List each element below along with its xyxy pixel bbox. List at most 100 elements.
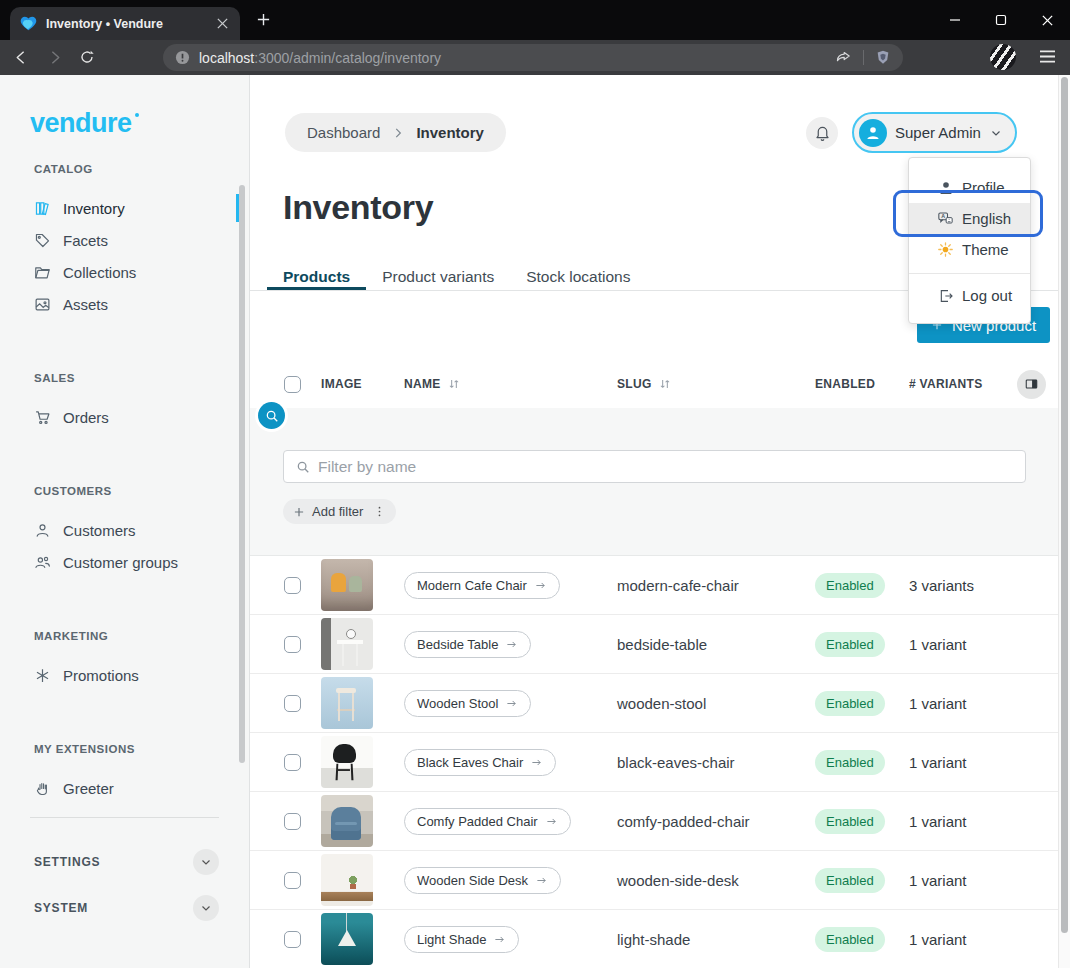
select-all-checkbox[interactable]: [284, 376, 301, 393]
enabled-badge: Enabled: [815, 691, 885, 716]
column-picker-button[interactable]: [1017, 370, 1046, 399]
filter-input-wrap: [283, 450, 1026, 483]
product-slug: light-shade: [617, 931, 815, 948]
sidebar-item-greeter[interactable]: Greeter: [0, 772, 249, 804]
new-tab-button[interactable]: [256, 12, 271, 27]
notifications-button[interactable]: [806, 117, 838, 149]
sidebar-section-label: MARKETING: [34, 630, 249, 643]
menu-item-profile[interactable]: Profile: [909, 172, 1030, 203]
product-name-button[interactable]: Light Shade: [404, 926, 519, 953]
table-row: Comfy Padded Chair comfy-padded-chairEnab…: [250, 792, 1058, 851]
share-icon[interactable]: [835, 49, 852, 66]
sort-icon[interactable]: [658, 377, 672, 391]
sidebar-group-settings[interactable]: SETTINGS: [0, 842, 249, 882]
search-toggle-button[interactable]: [258, 402, 285, 429]
sidebar: vendure CATALOGInventoryFacetsCollection…: [0, 75, 250, 968]
product-name-button[interactable]: Modern Cafe Chair: [404, 572, 560, 599]
product-image-light-shade[interactable]: [321, 913, 373, 965]
add-filter-button[interactable]: Add filter: [283, 499, 396, 524]
column-header-variants: # VARIANTS: [909, 370, 1058, 399]
sidebar-item-promotions[interactable]: Promotions: [0, 659, 249, 691]
tab-close-icon[interactable]: [214, 16, 230, 32]
more-options-icon[interactable]: [373, 505, 386, 518]
customers-icon: [34, 522, 51, 539]
breadcrumb-dashboard[interactable]: Dashboard: [307, 124, 380, 141]
sidebar-section-label: SALES: [34, 372, 249, 385]
breadcrumb-inventory[interactable]: Inventory: [416, 124, 484, 141]
address-bar[interactable]: localhost:3000/admin/catalog/inventory: [163, 44, 903, 71]
row-checkbox[interactable]: [284, 813, 301, 830]
product-image-bedside-table[interactable]: [321, 618, 373, 670]
row-checkbox[interactable]: [284, 636, 301, 653]
promotions-icon: [34, 667, 51, 684]
chevron-down-icon[interactable]: [193, 849, 219, 875]
chevron-down-icon[interactable]: [193, 895, 219, 921]
enabled-badge: Enabled: [815, 868, 885, 893]
product-name-button[interactable]: Black Eaves Chair: [404, 749, 556, 776]
forward-button[interactable]: [46, 49, 63, 66]
inventory-icon: [34, 200, 51, 217]
user-menu-button[interactable]: Super Admin: [852, 112, 1017, 153]
product-image-comfy-padded-chair[interactable]: [321, 795, 373, 847]
menu-item-english[interactable]: AEnglish: [909, 203, 1030, 234]
plus-icon: [293, 506, 305, 518]
orders-icon: [34, 409, 51, 426]
sidebar-item-orders[interactable]: Orders: [0, 401, 249, 433]
sidebar-item-customers[interactable]: Customers: [0, 514, 249, 546]
customer-groups-icon: [34, 554, 51, 571]
row-checkbox[interactable]: [284, 695, 301, 712]
product-image-wooden-side-desk[interactable]: [321, 854, 373, 906]
sidebar-group-system[interactable]: SYSTEM: [0, 888, 249, 928]
browser-tab[interactable]: Inventory • Vendure: [10, 7, 240, 40]
language-icon: A: [937, 210, 954, 227]
tab-products[interactable]: Products: [267, 255, 366, 290]
user-dropdown-menu: ProfileAEnglishTheme Log out: [908, 157, 1031, 324]
product-name-button[interactable]: Bedside Table: [404, 631, 531, 658]
product-name-button[interactable]: Wooden Stool: [404, 690, 531, 717]
product-name-button[interactable]: Wooden Side Desk: [404, 867, 561, 894]
row-checkbox[interactable]: [284, 754, 301, 771]
sidebar-item-collections[interactable]: Collections: [0, 256, 249, 288]
tab-stock-locations[interactable]: Stock locations: [510, 255, 646, 290]
profile-icon: [937, 179, 954, 196]
url-path: :3000/admin/catalog/inventory: [254, 50, 441, 66]
column-header-slug[interactable]: SLUG: [617, 377, 815, 391]
sidebar-scrollbar[interactable]: [239, 185, 245, 763]
row-checkbox[interactable]: [284, 577, 301, 594]
row-checkbox[interactable]: [284, 931, 301, 948]
tab-product-variants[interactable]: Product variants: [366, 255, 510, 290]
variant-count: 1 variant: [909, 872, 1058, 889]
brave-shield-icon[interactable]: [875, 49, 891, 66]
sidebar-item-assets[interactable]: Assets: [0, 288, 249, 320]
menu-divider: [909, 273, 1030, 274]
column-header-name[interactable]: NAME: [404, 377, 617, 391]
menu-item-theme[interactable]: Theme: [909, 234, 1030, 265]
page-title: Inventory: [283, 188, 433, 227]
sort-icon[interactable]: [447, 377, 461, 391]
product-image-modern-cafe-chair[interactable]: [321, 559, 373, 611]
browser-menu-icon[interactable]: [1039, 49, 1056, 64]
enabled-badge: Enabled: [815, 809, 885, 834]
back-button[interactable]: [13, 49, 30, 66]
reload-button[interactable]: [79, 49, 95, 65]
search-icon: [296, 460, 310, 474]
site-info-icon[interactable]: [175, 50, 190, 65]
enabled-badge: Enabled: [815, 632, 885, 657]
product-name-button[interactable]: Comfy Padded Chair: [404, 808, 571, 835]
window-close-button[interactable]: [1024, 0, 1070, 40]
product-image-black-eaves-chair[interactable]: [321, 736, 373, 788]
menu-item-log-out[interactable]: Log out: [909, 280, 1030, 311]
product-image-wooden-stool[interactable]: [321, 677, 373, 729]
page-scrollbar[interactable]: [1058, 75, 1070, 968]
product-slug: comfy-padded-chair: [617, 813, 815, 830]
sidebar-item-customer-groups[interactable]: Customer groups: [0, 546, 249, 578]
sidebar-item-inventory[interactable]: Inventory: [0, 192, 249, 224]
facets-icon: [34, 232, 51, 249]
sidebar-section-label: CATALOG: [34, 163, 249, 176]
window-maximize-button[interactable]: [978, 0, 1024, 40]
window-minimize-button[interactable]: [932, 0, 978, 40]
sidebar-item-facets[interactable]: Facets: [0, 224, 249, 256]
filter-by-name-input[interactable]: [318, 458, 1013, 476]
row-checkbox[interactable]: [284, 872, 301, 889]
browser-profile-avatar[interactable]: [990, 44, 1016, 70]
